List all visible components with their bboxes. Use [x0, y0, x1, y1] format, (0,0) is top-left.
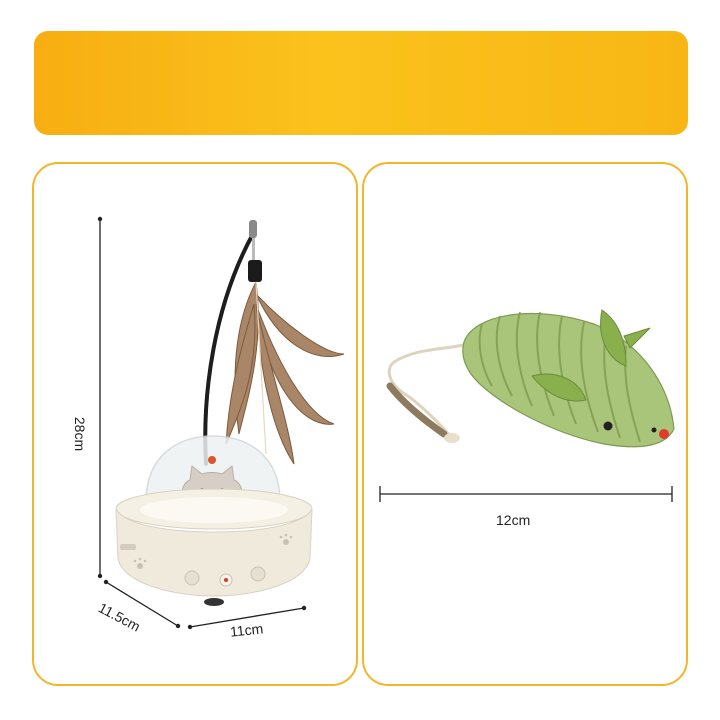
length-label: 12cm — [496, 512, 531, 528]
product-card-mouse-toy: 12cm — [362, 162, 688, 686]
sisal-mouse-icon — [379, 309, 675, 502]
height-label: 28cm — [72, 416, 89, 452]
header-banner — [34, 31, 688, 135]
product-card-ufo-teaser: 28cm 11.5cm 11cm — [32, 162, 358, 686]
